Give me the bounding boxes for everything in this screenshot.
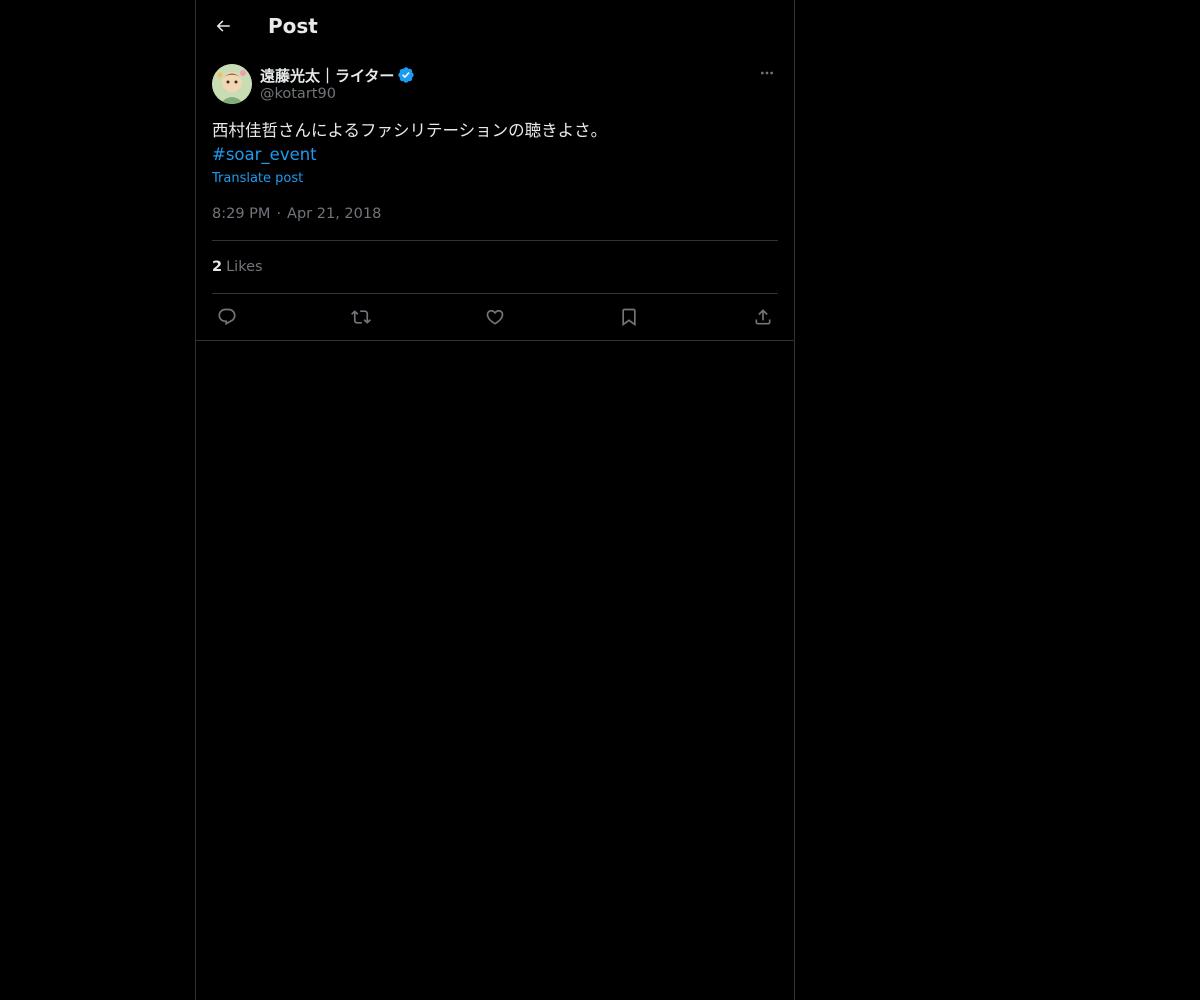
main-column: Post 遠藤光太｜ライター @kotart90 西村佳哲さんによるファシリテー… bbox=[195, 0, 795, 1000]
top-bar: Post bbox=[196, 0, 794, 53]
repost-button[interactable] bbox=[346, 304, 376, 330]
post-time[interactable]: 8:29 PM bbox=[212, 204, 270, 224]
post-date[interactable]: Apr 21, 2018 bbox=[287, 204, 381, 224]
more-horizontal-icon bbox=[761, 71, 773, 75]
like-button[interactable] bbox=[480, 304, 510, 330]
reply-icon bbox=[218, 308, 236, 326]
likes-count-link[interactable]: 2 Likes bbox=[212, 257, 263, 277]
hashtag-link[interactable]: #soar_event bbox=[212, 143, 317, 167]
more-options-button[interactable] bbox=[756, 62, 778, 84]
likes-label: Likes bbox=[226, 259, 263, 275]
post-timestamp: 8:29 PM · Apr 21, 2018 bbox=[212, 204, 381, 224]
share-icon bbox=[755, 309, 771, 325]
avatar[interactable] bbox=[212, 64, 252, 104]
share-button[interactable] bbox=[748, 304, 778, 330]
translate-post-link[interactable]: Translate post bbox=[212, 170, 303, 188]
post-text: 西村佳哲さんによるファシリテーションの聴きよさ。 bbox=[212, 121, 608, 140]
reply-button[interactable] bbox=[212, 304, 242, 330]
author-handle[interactable]: @kotart90 bbox=[260, 86, 336, 102]
author-display-name[interactable]: 遠藤光太｜ライター bbox=[260, 65, 394, 86]
page-title: Post bbox=[268, 14, 318, 38]
action-bar bbox=[212, 304, 778, 330]
avatar-image bbox=[212, 64, 252, 104]
divider bbox=[212, 293, 778, 294]
meta-separator: · bbox=[276, 206, 282, 222]
heart-icon bbox=[486, 309, 504, 325]
divider bbox=[212, 240, 778, 241]
arrow-left-icon bbox=[216, 20, 230, 32]
back-button[interactable] bbox=[208, 11, 238, 41]
likes-count: 2 bbox=[212, 259, 223, 275]
bookmark-icon bbox=[622, 308, 636, 327]
repost-icon bbox=[351, 310, 371, 324]
bookmark-button[interactable] bbox=[614, 304, 644, 330]
author-name-row: 遠藤光太｜ライター bbox=[260, 65, 415, 85]
verified-badge-icon[interactable] bbox=[397, 66, 415, 84]
post-bottom-border bbox=[196, 340, 794, 341]
